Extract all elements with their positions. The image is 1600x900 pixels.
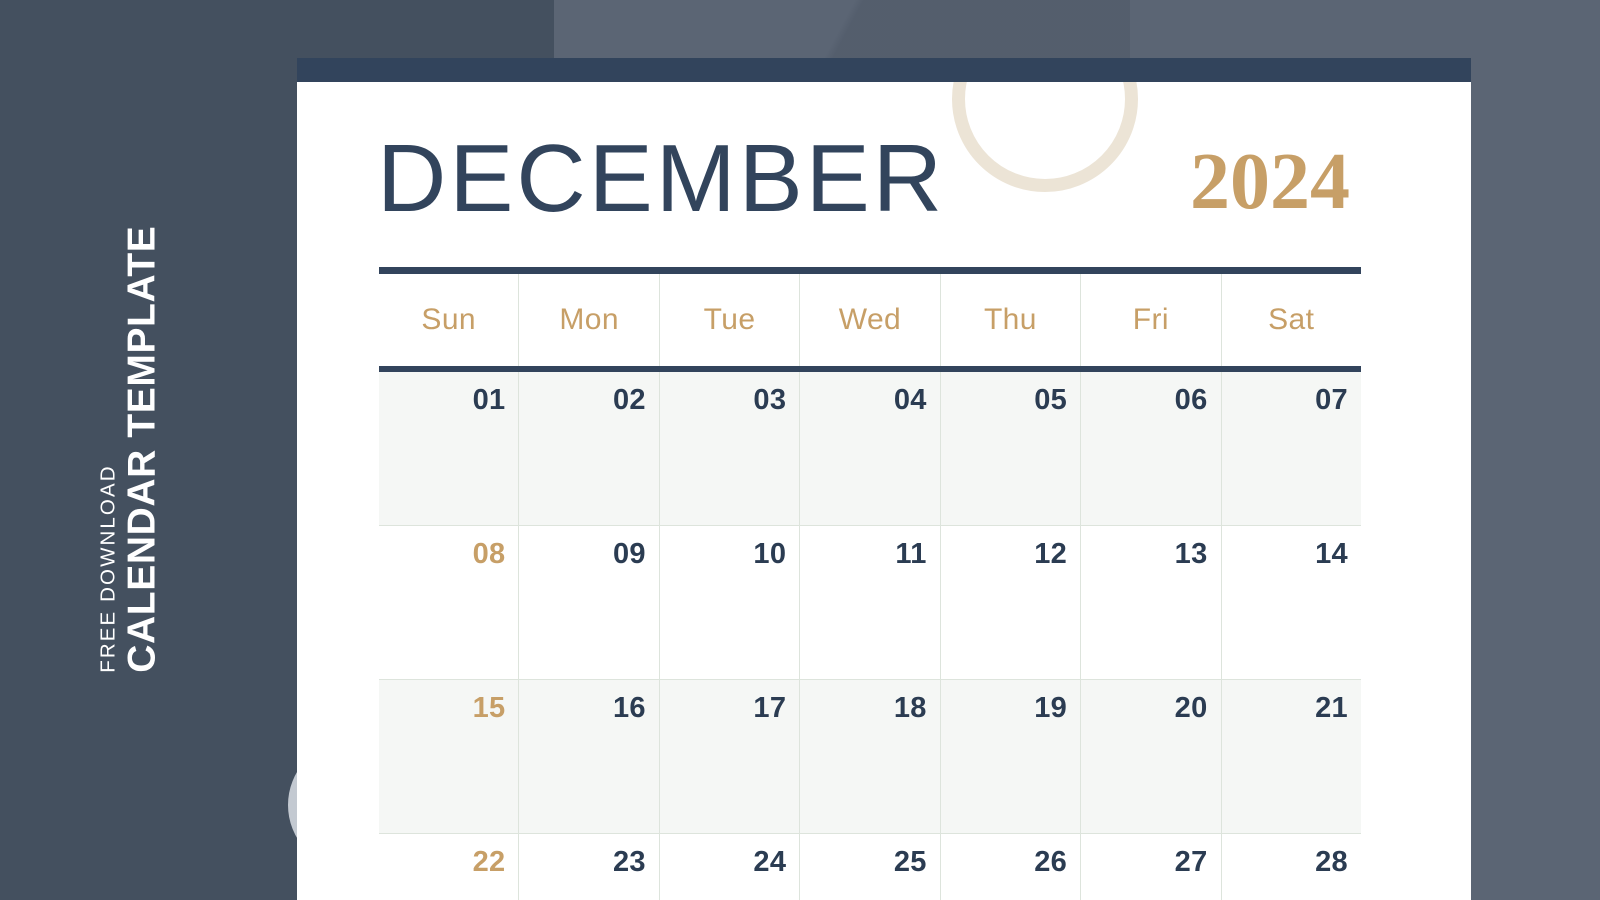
- calendar-day-cell-22[interactable]: 22: [379, 834, 520, 900]
- title-underline-rule: [379, 267, 1361, 274]
- day-number: 24: [753, 846, 787, 878]
- day-number: 16: [612, 692, 646, 724]
- day-number: 12: [1034, 538, 1068, 570]
- day-number: 22: [472, 846, 506, 878]
- day-number: 25: [893, 846, 927, 878]
- day-number: 13: [1174, 538, 1208, 570]
- day-number: 01: [472, 384, 506, 416]
- day-number: 11: [895, 538, 927, 570]
- calendar-day-cell-26[interactable]: 26: [940, 834, 1082, 900]
- calendar-day-cell-08[interactable]: 08: [379, 526, 520, 680]
- day-number: 04: [893, 384, 927, 416]
- calendar-day-cell-19[interactable]: 19: [940, 680, 1082, 834]
- month-title: DECEMBER: [377, 125, 946, 232]
- day-number: 27: [1174, 846, 1208, 878]
- calendar-grid: Sun Mon Tue Wed Thu Fri Sat 01 02 03 04 05 06 07 08 09…: [379, 274, 1361, 900]
- day-number: 05: [1034, 384, 1068, 416]
- calendar-day-cell-17[interactable]: 17: [659, 680, 801, 834]
- day-number: 19: [1034, 692, 1068, 724]
- day-number: 17: [753, 692, 787, 724]
- calendar-day-cell-18[interactable]: 18: [800, 680, 941, 834]
- day-number: 26: [1034, 846, 1068, 878]
- calendar-day-cell-01[interactable]: 01: [379, 372, 520, 526]
- calendar-title-row: DECEMBER 2024: [377, 124, 1471, 234]
- calendar-day-cell-20[interactable]: 20: [1081, 680, 1222, 834]
- page-top-bar: [297, 58, 1471, 82]
- calendar-template-screenshot: FREE DOWNLOAD CALENDAR TEMPLATE DECEMBER…: [0, 0, 1600, 900]
- calendar-day-cell-10[interactable]: 10: [659, 526, 801, 680]
- year-title: 2024: [1190, 138, 1350, 226]
- calendar-weeks: 01 02 03 04 05 06 07 08 09 10 11 12 13 14 15 16 17 18 19 20…: [379, 372, 1361, 900]
- calendar-day-cell-15[interactable]: 15: [379, 680, 520, 834]
- calendar-page: DECEMBER 2024 Sun Mon Tue Wed Thu Fri Sat 01 02…: [297, 58, 1471, 900]
- day-of-week-wed: Wed: [800, 274, 941, 366]
- day-of-week-thu: Thu: [941, 274, 1082, 366]
- day-number: 08: [472, 538, 506, 570]
- day-of-week-sun: Sun: [379, 274, 520, 366]
- calendar-week-row: 15 16 17 18 19 20 21: [379, 680, 1361, 834]
- day-number: 15: [472, 692, 506, 724]
- day-number: 21: [1315, 692, 1348, 724]
- calendar-day-cell-14[interactable]: 14: [1221, 526, 1361, 680]
- calendar-day-cell-16[interactable]: 16: [519, 680, 660, 834]
- calendar-day-cell-07[interactable]: 07: [1221, 372, 1361, 526]
- day-number: 23: [612, 846, 646, 878]
- calendar-day-cell-23[interactable]: 23: [519, 834, 660, 900]
- calendar-day-cell-05[interactable]: 05: [940, 372, 1082, 526]
- day-of-week-mon: Mon: [519, 274, 660, 366]
- day-number: 07: [1315, 384, 1348, 416]
- day-of-week-tue: Tue: [660, 274, 801, 366]
- calendar-day-cell-12[interactable]: 12: [940, 526, 1082, 680]
- calendar-day-cell-02[interactable]: 02: [519, 372, 660, 526]
- calendar-day-cell-09[interactable]: 09: [519, 526, 660, 680]
- calendar-day-cell-24[interactable]: 24: [659, 834, 801, 900]
- day-of-week-fri: Fri: [1081, 274, 1222, 366]
- day-of-week-sat: Sat: [1268, 303, 1315, 336]
- day-of-week-header-row: Sun Mon Tue Wed Thu Fri Sat: [379, 274, 1361, 372]
- calendar-day-cell-11[interactable]: 11: [800, 526, 941, 680]
- day-number: 10: [753, 538, 787, 570]
- calendar-day-cell-28[interactable]: 28: [1221, 834, 1361, 900]
- day-number: 03: [753, 384, 787, 416]
- calendar-week-row: 01 02 03 04 05 06 07: [379, 372, 1361, 526]
- calendar-week-row: 08 09 10 11 12 13 14: [379, 526, 1361, 680]
- calendar-day-cell-21[interactable]: 21: [1221, 680, 1361, 834]
- calendar-day-cell-13[interactable]: 13: [1081, 526, 1222, 680]
- day-number: 28: [1315, 846, 1348, 878]
- day-number: 20: [1174, 692, 1208, 724]
- day-number: 18: [893, 692, 927, 724]
- day-number: 02: [612, 384, 646, 416]
- day-number: 14: [1315, 538, 1348, 570]
- calendar-week-row: 22 23 24 25 26 27 28: [379, 834, 1361, 900]
- calendar-day-cell-03[interactable]: 03: [659, 372, 801, 526]
- calendar-day-cell-27[interactable]: 27: [1081, 834, 1222, 900]
- calendar-day-cell-25[interactable]: 25: [800, 834, 941, 900]
- day-number: 09: [612, 538, 646, 570]
- day-number: 06: [1174, 384, 1208, 416]
- calendar-day-cell-06[interactable]: 06: [1081, 372, 1222, 526]
- calendar-day-cell-04[interactable]: 04: [800, 372, 941, 526]
